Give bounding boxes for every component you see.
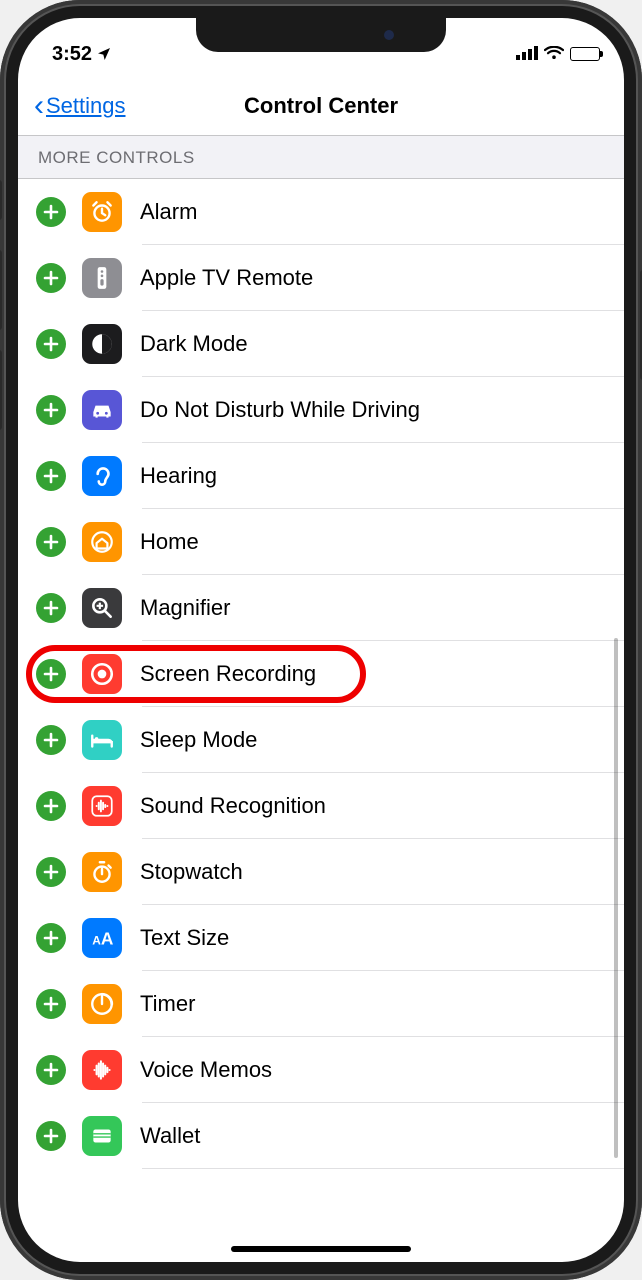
car-icon <box>82 390 122 430</box>
control-row: Wallet <box>18 1103 624 1169</box>
control-label: Dark Mode <box>140 331 248 357</box>
magnifier-icon <box>82 588 122 628</box>
control-row: Do Not Disturb While Driving <box>18 377 624 443</box>
add-button[interactable] <box>36 263 66 293</box>
control-row: Alarm <box>18 179 624 245</box>
remote-icon <box>82 258 122 298</box>
cellular-icon <box>516 43 538 66</box>
control-row: Dark Mode <box>18 311 624 377</box>
control-label: Screen Recording <box>140 661 316 687</box>
svg-text:A: A <box>101 929 114 949</box>
control-label: Do Not Disturb While Driving <box>140 397 420 423</box>
control-row: Sound Recognition <box>18 773 624 839</box>
control-row: Hearing <box>18 443 624 509</box>
record-icon <box>82 654 122 694</box>
add-button[interactable] <box>36 329 66 359</box>
control-label: Stopwatch <box>140 859 243 885</box>
add-button[interactable] <box>36 593 66 623</box>
control-label: Home <box>140 529 199 555</box>
stopwatch-icon <box>82 852 122 892</box>
chevron-left-icon: ‹ <box>34 91 44 121</box>
add-button[interactable] <box>36 857 66 887</box>
status-right <box>516 43 600 66</box>
add-button[interactable] <box>36 1055 66 1085</box>
mute-switch <box>0 180 2 220</box>
control-row: Screen Recording <box>18 641 624 707</box>
wifi-icon <box>544 43 564 66</box>
add-button[interactable] <box>36 1121 66 1151</box>
location-icon <box>96 46 112 62</box>
ear-icon <box>82 456 122 496</box>
add-button[interactable] <box>36 923 66 953</box>
status-time: 3:52 <box>52 43 92 66</box>
bed-icon <box>82 720 122 760</box>
controls-list[interactable]: Alarm Apple TV Remote Dark Mode Do Not Dist… <box>18 179 624 1169</box>
section-header: MORE CONTROLS <box>18 136 624 179</box>
add-button[interactable] <box>36 659 66 689</box>
control-label: Voice Memos <box>140 1057 272 1083</box>
back-label: Settings <box>46 93 126 119</box>
control-row: Stopwatch <box>18 839 624 905</box>
textsize-icon: AA <box>82 918 122 958</box>
control-label: Wallet <box>140 1123 200 1149</box>
add-button[interactable] <box>36 725 66 755</box>
svg-text:A: A <box>92 934 101 948</box>
add-button[interactable] <box>36 527 66 557</box>
control-label: Magnifier <box>140 595 230 621</box>
control-row: Apple TV Remote <box>18 245 624 311</box>
control-label: Apple TV Remote <box>140 265 313 291</box>
battery-icon <box>570 47 600 61</box>
screen: 3:52 <box>18 18 624 1262</box>
timer-icon <box>82 984 122 1024</box>
status-left: 3:52 <box>52 43 112 66</box>
add-button[interactable] <box>36 461 66 491</box>
darkmode-icon <box>82 324 122 364</box>
volume-down-button <box>0 350 2 430</box>
nav-bar: ‹ Settings Control Center <box>18 76 624 136</box>
control-row: Timer <box>18 971 624 1037</box>
control-label: Text Size <box>140 925 229 951</box>
add-button[interactable] <box>36 197 66 227</box>
home-indicator[interactable] <box>231 1246 411 1252</box>
add-button[interactable] <box>36 791 66 821</box>
control-row: AA Text Size <box>18 905 624 971</box>
control-row: Voice Memos <box>18 1037 624 1103</box>
notch <box>196 18 446 52</box>
alarm-icon <box>82 192 122 232</box>
control-row: Home <box>18 509 624 575</box>
voice-icon <box>82 1050 122 1090</box>
control-label: Alarm <box>140 199 197 225</box>
volume-up-button <box>0 250 2 330</box>
home-icon <box>82 522 122 562</box>
add-button[interactable] <box>36 395 66 425</box>
device-frame: 3:52 <box>0 0 642 1280</box>
control-row: Magnifier <box>18 575 624 641</box>
separator <box>142 1168 624 1169</box>
control-row: Sleep Mode <box>18 707 624 773</box>
wallet-icon <box>82 1116 122 1156</box>
control-label: Sleep Mode <box>140 727 257 753</box>
add-button[interactable] <box>36 989 66 1019</box>
control-label: Sound Recognition <box>140 793 326 819</box>
scroll-indicator[interactable] <box>614 638 618 1158</box>
back-button[interactable]: ‹ Settings <box>34 91 126 121</box>
control-label: Timer <box>140 991 195 1017</box>
control-label: Hearing <box>140 463 217 489</box>
sound-icon <box>82 786 122 826</box>
